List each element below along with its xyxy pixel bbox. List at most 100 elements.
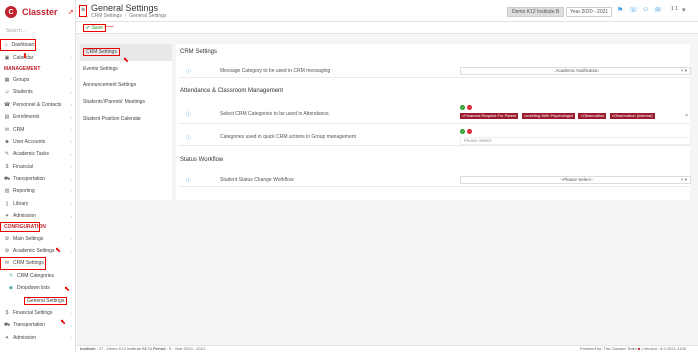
save-label: Save <box>91 25 103 31</box>
sidebar-item-groups[interactable]: ▦ Groups › <box>0 74 75 86</box>
clear-icon[interactable]: × <box>685 113 688 119</box>
sidebar-subitem-general-settings[interactable]: General Settings <box>0 294 75 306</box>
sidebar-item-admission[interactable]: ✦ Admission › <box>0 210 75 222</box>
sidebar-item-label: User Accounts <box>13 138 46 145</box>
sidebar-item-transportation[interactable]: ⛟ Transportation › <box>0 173 75 185</box>
sidebar-item-label: Academic Settings <box>13 248 55 255</box>
attendance-categories-row: ⓘ Select CRM Categories to be used in At… <box>178 102 690 124</box>
sidebar-item-enrollments[interactable]: ▤ Enrollments › <box>0 111 75 123</box>
top-header: ≡ General Settings CRM Settings / General … <box>76 0 698 22</box>
user-menu[interactable]: 1 1 <box>671 6 678 12</box>
flag-icon[interactable]: ⚑ <box>617 6 623 14</box>
chevron-right-icon: › <box>70 236 72 242</box>
category-tags[interactable]: ×Financial Request For Parent ×meeting W… <box>460 113 691 119</box>
sidebar-item-label: Personnel & Contacts <box>13 101 62 108</box>
breadcrumb-item[interactable]: CRM Settings <box>91 13 122 19</box>
group-categories-row: ⓘ Categories used in quick CRM actions i… <box>178 126 691 146</box>
minus-icon[interactable]: − <box>467 105 472 110</box>
save-button[interactable]: ✔ Save <box>83 24 106 32</box>
brand[interactable]: C Classter <box>0 0 75 24</box>
settings-nav-item[interactable]: Announcement Settings <box>80 77 172 94</box>
info-icon[interactable]: ⓘ <box>186 68 191 75</box>
tag[interactable]: ×Financial Request For Parent <box>460 113 519 119</box>
settings-nav-item[interactable]: Students'/Parents' Meetings <box>80 94 172 111</box>
annotation-arrow: ⬆ <box>22 53 28 60</box>
sidebar-subitem-crm-categories[interactable]: ✎ CRM Categories <box>0 270 75 282</box>
crm-settings-icon: ✉ <box>4 260 10 267</box>
chevron-right-icon: › <box>70 127 72 133</box>
sidebar-item-personnel-contacts[interactable]: ☎ Personnel & Contacts › <box>0 99 75 111</box>
tag[interactable]: ×Observation (internal) <box>609 113 655 119</box>
info-icon[interactable]: ⓘ <box>186 111 191 118</box>
tag-label: Observation <box>582 113 605 118</box>
sidebar-item-label: CRM Categories <box>17 272 54 279</box>
plus-icon[interactable]: + <box>460 105 465 110</box>
sidebar-item-dashboard[interactable]: ⌂ Dashboard <box>0 39 36 52</box>
powered-by[interactable]: Powered by: The Classter Team <box>580 346 637 351</box>
calendar-icon: ▣ <box>4 54 10 61</box>
tag-label: Observation (internal) <box>614 113 653 118</box>
sidebar-item-crm-settings[interactable]: ✉ CRM Settings › <box>0 257 46 270</box>
annotation-arrow: ⬉ <box>123 57 129 64</box>
info-icon[interactable]: ⓘ <box>186 177 191 184</box>
message-category-row: ⓘ Message Category to be used in CRM mes… <box>178 64 691 78</box>
tasks-icon: ✎ <box>4 151 10 158</box>
tag-label: meeting With Psychologist <box>526 113 574 118</box>
chevron-right-icon: › <box>70 89 72 95</box>
settings-nav-item[interactable]: Student Position Calendar <box>80 110 172 127</box>
sidebar-item-label: General Settings <box>24 296 68 305</box>
hamburger-menu-icon[interactable]: ≡ <box>79 5 87 17</box>
footer-value: : 27 - Demo K12 Institute BETA <box>96 346 152 351</box>
message-category-select[interactable]: Academic Notification × ▾ <box>460 67 691 75</box>
sidebar-item-academic-tasks[interactable]: ✎ Academic Tasks › <box>0 148 75 160</box>
sidebar-item-students[interactable]: ☺ Students › <box>0 86 75 98</box>
sidebar-item-label: Students <box>13 89 33 96</box>
edit-icon: ✎ <box>9 272 14 279</box>
chevron-down-icon[interactable]: ▾ <box>682 6 686 14</box>
classter-logo-icon: C <box>5 6 17 18</box>
sidebar-item-label: Admission <box>13 213 37 220</box>
sidebar-item-calendar[interactable]: ▣ Calendar › <box>0 51 75 63</box>
tag[interactable]: ×meeting With Psychologist <box>521 113 576 119</box>
transportation-settings-icon: ⛟ <box>4 321 11 328</box>
sidebar-item-admission[interactable]: ✦ Admission › <box>0 332 75 344</box>
sidebar-item-financial[interactable]: $ Financial › <box>0 161 75 173</box>
year-selector[interactable]: Year 2020 - 2021 <box>566 7 613 17</box>
crm-settings-heading: CRM Settings <box>180 49 218 55</box>
sidebar-item-library[interactable]: ▯ Library › <box>0 198 75 210</box>
institute-selector[interactable]: Demo K12 Institute B <box>507 7 565 17</box>
footer-label: Period <box>153 346 166 351</box>
chat-icon[interactable]: ☏ <box>629 6 638 14</box>
status-workflow-row: ⓘ Student Status Change Workflow --Pleas… <box>178 173 691 187</box>
sidebar-item-label: Groups <box>13 76 30 83</box>
info-icon[interactable]: ⓘ <box>186 134 191 141</box>
status-workflow-select[interactable]: --Please Select-- × ▾ <box>460 176 691 184</box>
settings-nav: CRM Settings Events Settings Announcemen… <box>80 44 172 200</box>
group-categories-select[interactable]: Please Select <box>460 137 691 145</box>
people-icon[interactable]: ☺ <box>642 6 649 13</box>
chevron-right-icon: › <box>70 213 72 219</box>
breadcrumb-separator: / <box>124 13 127 19</box>
page-title: General Settings <box>91 3 159 13</box>
sidebar-item-label: Library <box>13 200 29 207</box>
sidebar-item-label: Dropdown lists <box>17 285 50 292</box>
sidebar-item-main-settings[interactable]: ⚙ Main Settings › <box>0 232 75 244</box>
tag[interactable]: ×Observation <box>578 113 607 119</box>
sidebar-search-input[interactable]: Search... <box>4 28 71 37</box>
sidebar-item-user-accounts[interactable]: ☻ User Accounts › <box>0 136 75 148</box>
sidebar-item-label: Dashboard <box>11 42 36 49</box>
footer-value: : 9 - Year 2020 - 2021 <box>166 346 206 351</box>
sidebar-item-crm[interactable]: ✉ CRM › <box>0 123 75 135</box>
tag-label: Financial Request For Parent <box>464 113 517 118</box>
plus-icon[interactable]: + <box>460 129 465 134</box>
minus-icon[interactable]: − <box>467 129 472 134</box>
footer: Institute : 27 - Demo K12 Institute BETA… <box>76 345 698 352</box>
sidebar-item-financial-settings[interactable]: $ Financial Settings › <box>0 307 75 319</box>
notifications-icon[interactable]: ✉ <box>655 6 661 14</box>
sidebar-item-label: Transportation <box>13 176 46 183</box>
sidebar-item-reporting[interactable]: ▥ Reporting › <box>0 185 75 197</box>
sidebar-item-academic-settings[interactable]: ⚙ Academic Settings › <box>0 245 75 257</box>
configuration-section-title: CONFIGURATION <box>0 222 46 233</box>
message-category-label: Message Category to be used in CRM messa… <box>220 68 331 74</box>
attendance-heading: Attendance & Classroom Management <box>180 88 284 94</box>
